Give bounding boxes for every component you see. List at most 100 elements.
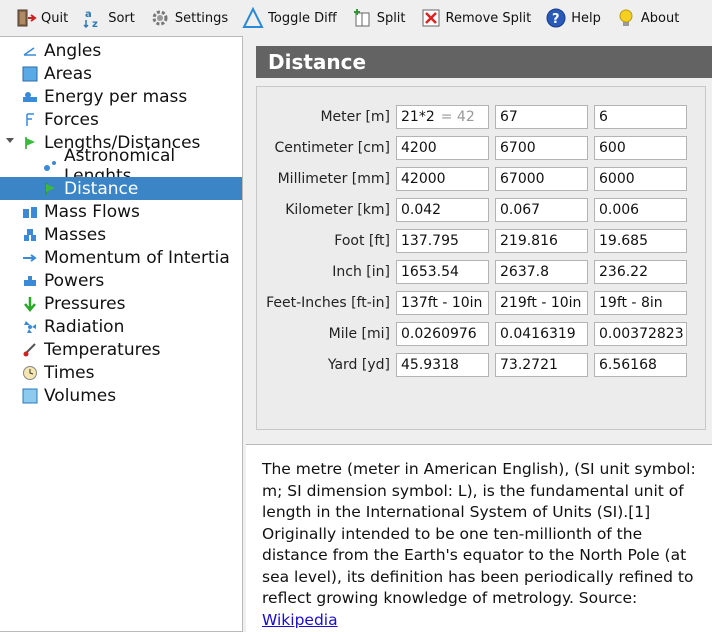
- sidebar-item-distance[interactable]: Distance: [0, 177, 242, 200]
- centimeter-field-2[interactable]: 6700: [495, 136, 588, 160]
- splitter-handle[interactable]: ⋯: [246, 432, 712, 442]
- sidebar-item-label: Radiation: [44, 316, 125, 337]
- remove-split-button[interactable]: Remove Split: [413, 3, 539, 33]
- mile-field-2[interactable]: 0.0416319: [495, 322, 588, 346]
- toggle-diff-button[interactable]: Toggle Diff: [235, 3, 344, 33]
- unit-label-foot: Foot [ft]: [334, 233, 390, 249]
- sidebar-item-powers[interactable]: Powers: [0, 269, 242, 292]
- kilometer-field-2[interactable]: 0.067: [495, 198, 588, 222]
- inch-field-1[interactable]: 1653.54: [396, 260, 489, 284]
- toolbar: Quit az Sort Settings Toggle Diff Split …: [0, 0, 712, 36]
- feet-inches-field-3[interactable]: 19ft - 8in: [594, 291, 687, 315]
- wikipedia-link[interactable]: Wikipedia: [262, 611, 338, 629]
- sidebar-item-pressures[interactable]: Pressures: [0, 292, 242, 315]
- page-title: Distance: [256, 46, 712, 78]
- unit-label-millimeter: Millimeter [mm]: [277, 171, 390, 187]
- sidebar-item-areas[interactable]: Areas: [0, 62, 242, 85]
- unit-label-yard: Yard [yd]: [327, 357, 390, 373]
- radiation-icon: [22, 319, 38, 335]
- feet-inches-field-2[interactable]: 219ft - 10in: [495, 291, 588, 315]
- settings-button[interactable]: Settings: [142, 3, 235, 33]
- yard-field-2[interactable]: 73.2721: [495, 353, 588, 377]
- clock-icon: [22, 365, 38, 381]
- mass-flow-icon: [22, 204, 38, 220]
- meter-field-1[interactable]: 21*2 = 42: [396, 105, 489, 129]
- quit-label: Quit: [41, 10, 69, 26]
- svg-text:a: a: [85, 9, 92, 20]
- sidebar-item-label: Pressures: [44, 293, 126, 314]
- pressure-arrow-icon: [22, 296, 38, 312]
- split-plus-icon: [351, 7, 373, 29]
- millimeter-field-2[interactable]: 67000: [495, 167, 588, 191]
- unit-label-mile: Mile [mi]: [328, 326, 390, 342]
- meter-field-3[interactable]: 6: [594, 105, 687, 129]
- feet-inches-field-1[interactable]: 137ft - 10in: [396, 291, 489, 315]
- toggle-diff-label: Toggle Diff: [268, 10, 337, 26]
- sidebar-item-angles[interactable]: Angles: [0, 39, 242, 62]
- sidebar-item-label: Energy per mass: [44, 86, 188, 107]
- sidebar-item-energy-per-mass[interactable]: Energy per mass: [0, 85, 242, 108]
- centimeter-field-3[interactable]: 600: [594, 136, 687, 160]
- sort-az-icon: az: [82, 7, 104, 30]
- volume-cube-icon: [22, 388, 38, 404]
- sidebar-item-mass-flows[interactable]: Mass Flows: [0, 200, 242, 223]
- millimeter-field-1[interactable]: 42000: [396, 167, 489, 191]
- kilometer-field-1[interactable]: 0.042: [396, 198, 489, 222]
- unit-label-centimeter: Centimeter [cm]: [274, 140, 390, 156]
- sidebar-item-forces[interactable]: Forces: [0, 108, 242, 131]
- help-question-icon: ?: [545, 7, 567, 29]
- about-label: About: [640, 10, 680, 26]
- mile-field-3[interactable]: 0.00372823: [594, 322, 687, 346]
- inch-field-2[interactable]: 2637.8: [495, 260, 588, 284]
- conversion-grid: Meter [m] 21*2 = 42 67 6 Centimeter [cm] …: [256, 86, 706, 430]
- force-icon: [22, 112, 38, 128]
- sidebar-item-volumes[interactable]: Volumes: [0, 384, 242, 407]
- sort-button[interactable]: az Sort: [75, 3, 142, 33]
- sidebar-item-radiation[interactable]: Radiation: [0, 315, 242, 338]
- help-button[interactable]: ? Help: [538, 3, 608, 33]
- remove-split-icon: [420, 7, 442, 29]
- yard-field-3[interactable]: 6.56168: [594, 353, 687, 377]
- settings-label: Settings: [174, 10, 229, 26]
- unit-label-meter: Meter [m]: [320, 109, 390, 125]
- remove-split-label: Remove Split: [445, 10, 532, 26]
- sidebar-item-label: Temperatures: [44, 339, 161, 360]
- description-text: The metre (meter in American English), (…: [262, 460, 696, 607]
- sidebar-item-times[interactable]: Times: [0, 361, 242, 384]
- quit-button[interactable]: Quit: [8, 3, 75, 33]
- sort-label: Sort: [108, 10, 135, 26]
- help-label: Help: [571, 10, 601, 26]
- sidebar-item-temperatures[interactable]: Temperatures: [0, 338, 242, 361]
- computed-hint: = 42: [440, 109, 475, 125]
- centimeter-field-1[interactable]: 4200: [396, 136, 489, 160]
- about-button[interactable]: About: [608, 3, 686, 33]
- sidebar-item-astronomical-lenghts[interactable]: Astronomical Lenghts: [0, 146, 242, 186]
- foot-field-1[interactable]: 137.795: [396, 229, 489, 253]
- yard-field-1[interactable]: 45.9318: [396, 353, 489, 377]
- inch-field-3[interactable]: 236.22: [594, 260, 687, 284]
- meter-field-2[interactable]: 67: [495, 105, 588, 129]
- mile-field-1[interactable]: 0.0260976: [396, 322, 489, 346]
- sidebar-item-masses[interactable]: Masses: [0, 223, 242, 246]
- sidebar-item-label: Forces: [44, 109, 99, 130]
- split-button[interactable]: Split: [344, 3, 413, 33]
- length-flag-icon: [22, 135, 38, 151]
- foot-field-3[interactable]: 19.685: [594, 229, 687, 253]
- distance-flag-icon: [42, 181, 58, 197]
- unit-label-inch: Inch [in]: [332, 264, 390, 280]
- momentum-icon: [22, 250, 38, 266]
- cell-value: 21*2: [401, 109, 435, 125]
- millimeter-field-3[interactable]: 6000: [594, 167, 687, 191]
- description-panel: The metre (meter in American English), (…: [246, 444, 712, 632]
- sidebar-item-momentum-of-intertia[interactable]: Momentum of Intertia: [0, 246, 242, 269]
- triangle-delta-icon: [242, 6, 264, 29]
- area-square-icon: [22, 66, 38, 82]
- sidebar-item-label: Powers: [44, 270, 105, 291]
- kilometer-field-3[interactable]: 0.006: [594, 198, 687, 222]
- sidebar-item-label: Distance: [64, 178, 139, 199]
- foot-field-2[interactable]: 219.816: [495, 229, 588, 253]
- unit-label-kilometer: Kilometer [km]: [285, 202, 390, 218]
- sidebar-item-label: Angles: [44, 40, 102, 61]
- expand-arrow-icon[interactable]: [6, 138, 14, 143]
- svg-text:z: z: [92, 19, 98, 29]
